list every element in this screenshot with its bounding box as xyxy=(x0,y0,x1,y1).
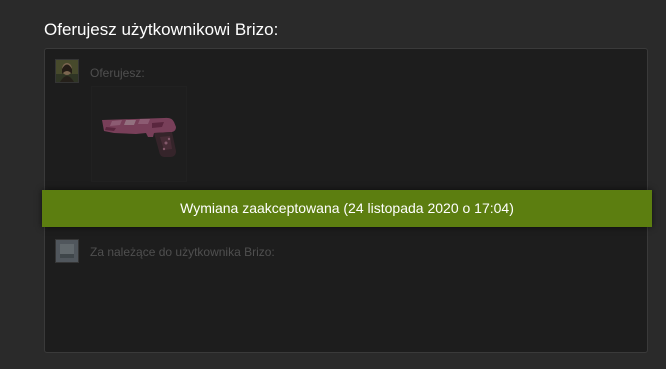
pistol-skin-icon xyxy=(102,117,176,157)
page-title: Oferujesz użytkownikowi Brizo: xyxy=(44,20,279,39)
partner-offer-label: Za należące do użytkownika Brizo: xyxy=(90,245,275,259)
partner-avatar[interactable] xyxy=(55,239,79,263)
default-avatar-icon xyxy=(56,240,78,262)
my-offer-label: Oferujesz: xyxy=(90,66,145,80)
my-avatar[interactable] xyxy=(55,59,79,83)
trade-offer-page: Oferujesz użytkownikowi Brizo: Oferujesz… xyxy=(0,0,666,369)
portrait-icon xyxy=(56,60,78,82)
item-slot[interactable] xyxy=(91,86,187,182)
trade-accepted-banner: Wymiana zaakceptowana (24 listopada 2020… xyxy=(42,190,652,227)
